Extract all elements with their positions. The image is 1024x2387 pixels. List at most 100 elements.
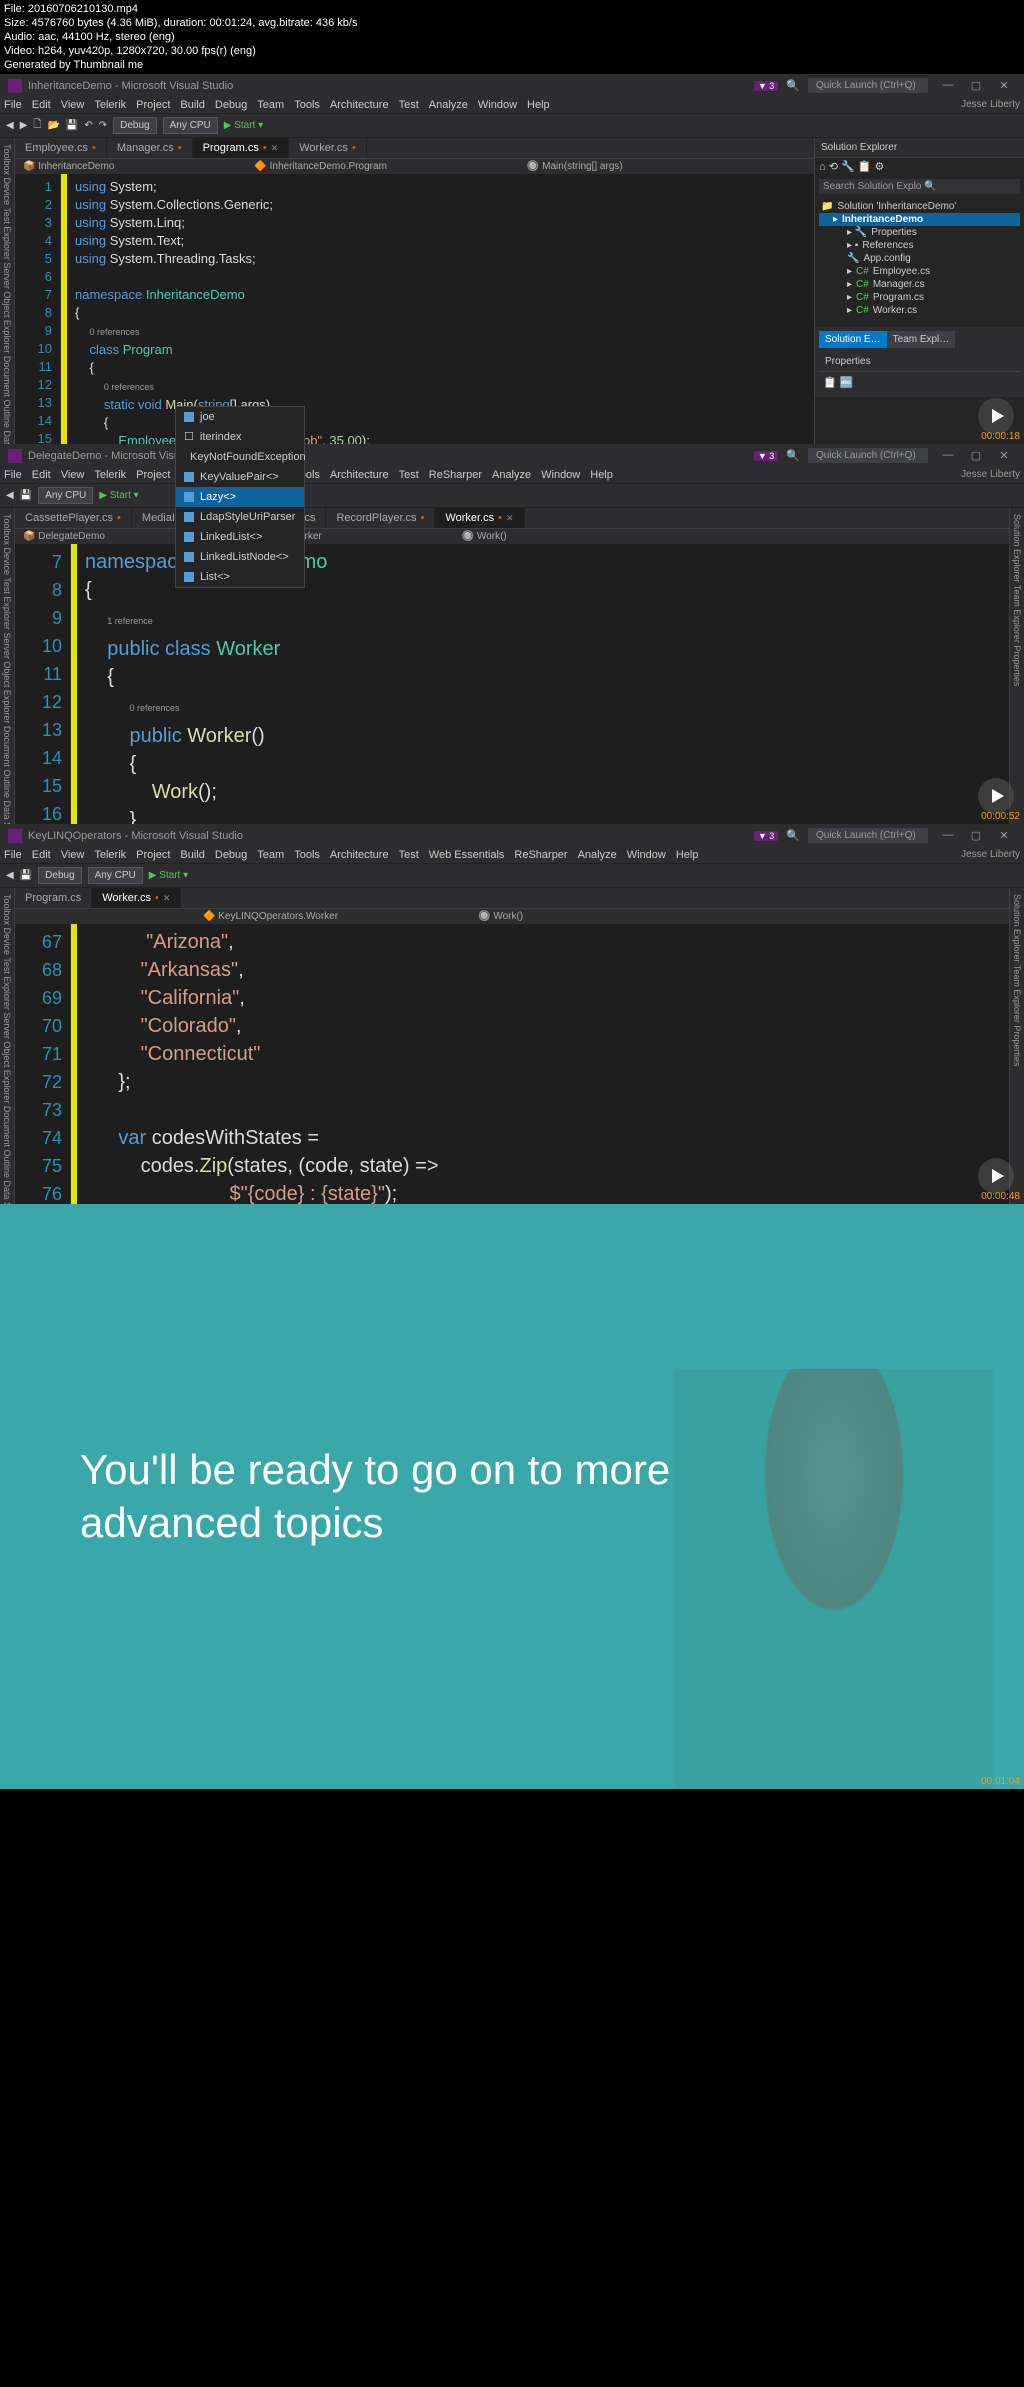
close-button[interactable]: ✕ [992, 449, 1016, 462]
menu-telerik[interactable]: Telerik [94, 469, 126, 481]
bc-project[interactable]: 📦 DelegateDemo [23, 531, 105, 542]
intellisense-item-selected[interactable]: Lazy<> [176, 487, 304, 507]
tab-manager[interactable]: Manager.cs• [107, 138, 193, 158]
tree-item[interactable]: ▸ ▪ References [819, 239, 1020, 252]
menu-analyze[interactable]: Analyze [492, 469, 531, 481]
quick-launch-input[interactable]: Quick Launch (Ctrl+Q) [808, 78, 928, 93]
intellisense-item[interactable]: LdapStyleUriParser [176, 507, 304, 527]
platform-dropdown[interactable]: Any CPU [163, 117, 218, 134]
menu-resharper[interactable]: ReSharper [514, 849, 567, 861]
solution-search[interactable]: Search Solution Explo 🔍 [819, 179, 1020, 194]
menu-view[interactable]: View [61, 99, 85, 111]
close-icon[interactable]: ✕ [271, 143, 279, 154]
tab-employee[interactable]: Employee.cs• [15, 138, 107, 158]
tree-item[interactable]: ▸ C# Employee.cs [819, 265, 1020, 278]
tab-team-explorer[interactable]: Team Expl… [887, 331, 956, 348]
titlebar[interactable]: KeyLINQOperators - Microsoft Visual Stud… [0, 824, 1024, 847]
menu-window[interactable]: Window [541, 469, 580, 481]
menu-team[interactable]: Team [257, 99, 284, 111]
bc-class[interactable]: 🔶 InheritanceDemo.Program [254, 161, 387, 172]
bc-project[interactable]: 📦 InheritanceDemo [23, 161, 114, 172]
menu-telerik[interactable]: Telerik [94, 849, 126, 861]
maximize-button[interactable]: ▢ [964, 449, 988, 462]
menu-window[interactable]: Window [478, 99, 517, 111]
new-icon[interactable]: 🗋 [33, 117, 41, 134]
menu-test[interactable]: Test [399, 849, 419, 861]
intellisense-item[interactable]: LinkedListNode<> [176, 547, 304, 567]
menu-debug[interactable]: Debug [215, 849, 247, 861]
menu-resharper[interactable]: ReSharper [429, 469, 482, 481]
menu-help[interactable]: Help [590, 469, 613, 481]
tab-program[interactable]: Program.cs [15, 888, 92, 908]
nav-back-icon[interactable]: ◀ [6, 490, 14, 501]
maximize-button[interactable]: ▢ [964, 79, 988, 92]
intellisense-item[interactable]: LinkedList<> [176, 527, 304, 547]
menu-project[interactable]: Project [136, 849, 170, 861]
menu-architecture[interactable]: Architecture [330, 469, 389, 481]
titlebar[interactable]: DelegateDemo - Microsoft Visual Studio ▼… [0, 444, 1024, 467]
solution-node[interactable]: 📁 Solution 'InheritanceDemo' [819, 200, 1020, 213]
menu-edit[interactable]: Edit [32, 469, 51, 481]
redo-icon[interactable]: ↷ [99, 120, 107, 131]
close-button[interactable]: ✕ [992, 79, 1016, 92]
menu-test[interactable]: Test [399, 469, 419, 481]
menu-team[interactable]: Team [257, 849, 284, 861]
project-node[interactable]: ▸ InheritanceDemo [819, 213, 1020, 226]
start-button[interactable]: ▶ Start ▾ [149, 870, 188, 881]
minimize-button[interactable]: — [936, 79, 960, 92]
maximize-button[interactable]: ▢ [964, 829, 988, 842]
menu-architecture[interactable]: Architecture [330, 99, 389, 111]
menu-edit[interactable]: Edit [32, 99, 51, 111]
open-icon[interactable]: 📂 [47, 120, 59, 131]
menu-help[interactable]: Help [676, 849, 699, 861]
menu-project[interactable]: Project [136, 469, 170, 481]
menu-view[interactable]: View [61, 849, 85, 861]
tab-worker[interactable]: Worker.cs• [289, 138, 367, 158]
tab-program[interactable]: Program.cs•✕ [193, 138, 290, 158]
menu-file[interactable]: File [4, 849, 22, 861]
bc-method[interactable]: 🔘 Main(string[] args) [527, 161, 623, 172]
menu-project[interactable]: Project [136, 99, 170, 111]
menu-help[interactable]: Help [527, 99, 550, 111]
start-button[interactable]: ▶ Start ▾ [99, 490, 138, 501]
menu-view[interactable]: View [61, 469, 85, 481]
notification-badge[interactable]: ▼ 3 [754, 81, 778, 91]
undo-icon[interactable]: ↶ [84, 120, 92, 131]
menu-architecture[interactable]: Architecture [330, 849, 389, 861]
intellisense-item[interactable]: KeyNotFoundException [176, 447, 304, 467]
notification-badge[interactable]: ▼ 3 [754, 831, 778, 841]
minimize-button[interactable]: — [936, 829, 960, 842]
menu-tools[interactable]: Tools [294, 99, 320, 111]
bc-method[interactable]: 🔘 Work() [462, 531, 507, 542]
panel-header[interactable]: Solution Explorer [815, 138, 1024, 158]
menu-file[interactable]: File [4, 469, 22, 481]
intellisense-item[interactable]: ☐iterindex [176, 427, 304, 447]
tab-worker[interactable]: Worker.cs•✕ [92, 888, 181, 908]
nav-fwd-icon[interactable]: ▶ [20, 120, 28, 131]
menu-test[interactable]: Test [399, 99, 419, 111]
start-button[interactable]: ▶ Start ▾ [224, 120, 263, 131]
close-icon[interactable]: ✕ [506, 513, 514, 524]
menu-analyze[interactable]: Analyze [429, 99, 468, 111]
tab-solution-explorer[interactable]: Solution E… [819, 331, 887, 348]
menu-debug[interactable]: Debug [215, 99, 247, 111]
menu-build[interactable]: Build [180, 99, 204, 111]
menu-tools[interactable]: Tools [294, 849, 320, 861]
save-icon[interactable]: 💾 [20, 490, 32, 501]
notification-badge[interactable]: ▼ 3 [754, 451, 778, 461]
titlebar[interactable]: InheritanceDemo - Microsoft Visual Studi… [0, 74, 1024, 97]
minimize-button[interactable]: — [936, 449, 960, 462]
tree-item[interactable]: ▸ C# Program.cs [819, 291, 1020, 304]
intellisense-item[interactable]: KeyValuePair<> [176, 467, 304, 487]
nav-back-icon[interactable]: ◀ [6, 120, 14, 131]
signed-in-user[interactable]: Jesse Liberty [961, 99, 1020, 111]
tab-cassette[interactable]: CassettePlayer.cs• [15, 508, 132, 528]
platform-dropdown[interactable]: Any CPU [38, 487, 93, 504]
close-button[interactable]: ✕ [992, 829, 1016, 842]
quick-launch-input[interactable]: Quick Launch (Ctrl+Q) [808, 828, 928, 843]
tree-item[interactable]: 🔧 App.config [819, 252, 1020, 265]
nav-back-icon[interactable]: ◀ [6, 870, 14, 881]
menu-webess[interactable]: Web Essentials [429, 849, 505, 861]
menu-analyze[interactable]: Analyze [578, 849, 617, 861]
menu-edit[interactable]: Edit [32, 849, 51, 861]
